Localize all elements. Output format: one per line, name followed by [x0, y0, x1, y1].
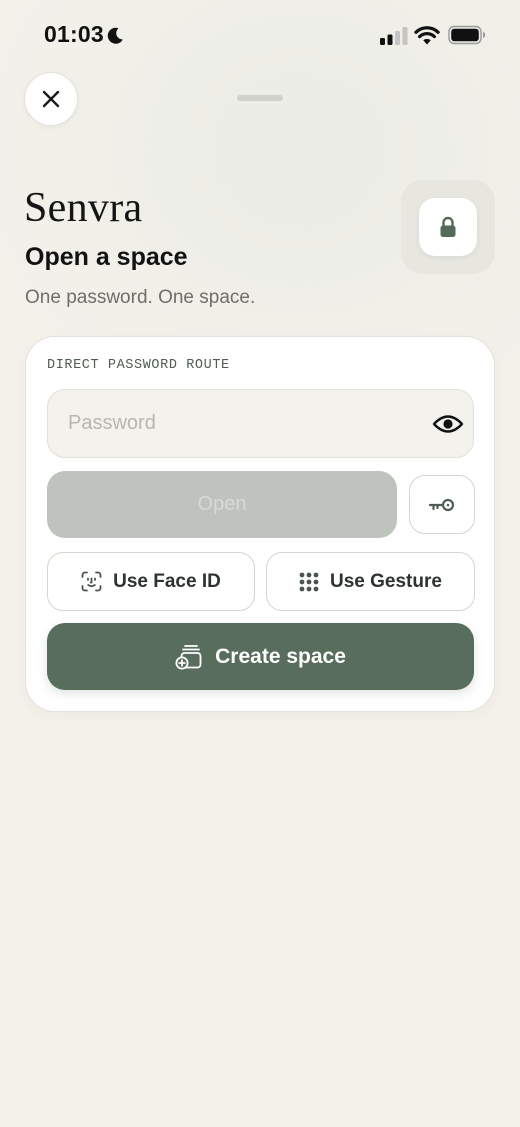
close-button[interactable]	[24, 72, 78, 126]
create-space-label: Create space	[215, 644, 346, 668]
use-gesture-label: Use Gesture	[330, 570, 442, 592]
use-gesture-button[interactable]: Use Gesture	[266, 552, 475, 611]
create-space-button[interactable]: Create space	[47, 623, 474, 690]
section-label: DIRECT PASSWORD ROUTE	[47, 358, 230, 373]
show-password-toggle[interactable]	[432, 410, 464, 438]
app-name: Senvra	[24, 185, 143, 231]
wifi-icon	[414, 26, 440, 45]
page-subtitle: One password. One space.	[25, 287, 256, 308]
status-bar: 01:03	[0, 0, 520, 72]
password-input[interactable]	[68, 390, 408, 457]
eye-icon	[432, 415, 464, 433]
lock-badge-inner	[419, 198, 477, 256]
status-time: 01:03	[44, 21, 104, 47]
open-button[interactable]: Open	[47, 471, 397, 538]
cellular-signal-icon	[380, 27, 408, 45]
lock-icon	[440, 216, 456, 237]
use-face-id-label: Use Face ID	[113, 570, 221, 592]
password-field	[47, 389, 474, 458]
battery-icon	[448, 25, 486, 45]
password-card: DIRECT PASSWORD ROUTE Open Use Face ID U…	[25, 336, 495, 712]
grid-dots-icon	[299, 572, 319, 592]
sheet-grabber[interactable]	[237, 95, 283, 101]
page-title: Open a space	[25, 243, 188, 271]
key-button[interactable]	[409, 475, 475, 534]
key-icon	[428, 498, 455, 511]
stack-add-icon	[175, 644, 203, 670]
face-id-icon	[81, 571, 102, 592]
close-icon	[42, 90, 60, 108]
moon-icon	[107, 27, 123, 44]
use-face-id-button[interactable]: Use Face ID	[47, 552, 255, 611]
lock-badge	[401, 180, 495, 274]
